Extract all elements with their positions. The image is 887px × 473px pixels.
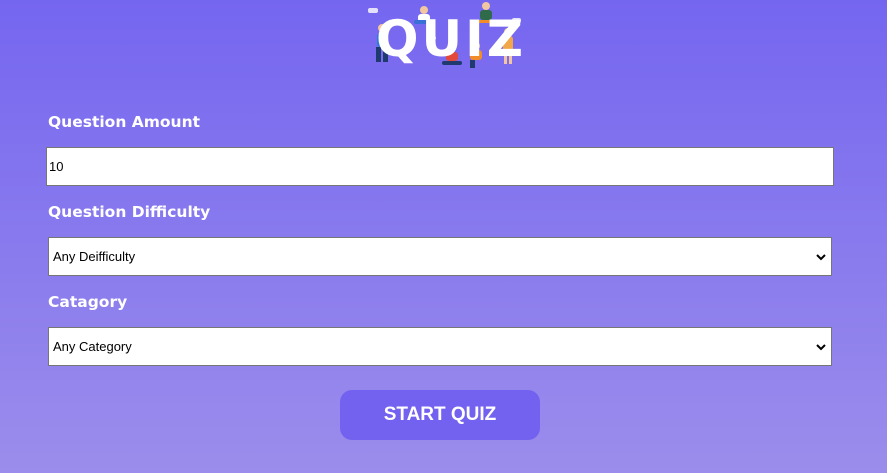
question-difficulty-label: Question Difficulty: [48, 203, 211, 221]
category-select[interactable]: Any Category: [48, 327, 832, 366]
question-amount-label: Question Amount: [48, 113, 201, 131]
start-quiz-button[interactable]: START QUIZ: [340, 390, 540, 440]
chevron-down-icon: [816, 344, 826, 351]
chevron-down-icon: [816, 254, 826, 261]
logo-text: QUIZ: [376, 10, 526, 68]
category-label: Catagory: [48, 293, 128, 311]
category-selected-value: Any Category: [53, 339, 132, 354]
difficulty-select[interactable]: Any Deifficulty: [48, 237, 832, 276]
question-amount-input[interactable]: [46, 147, 834, 186]
difficulty-selected-value: Any Deifficulty: [53, 249, 136, 264]
quiz-logo: QUIZ: [362, 0, 524, 72]
